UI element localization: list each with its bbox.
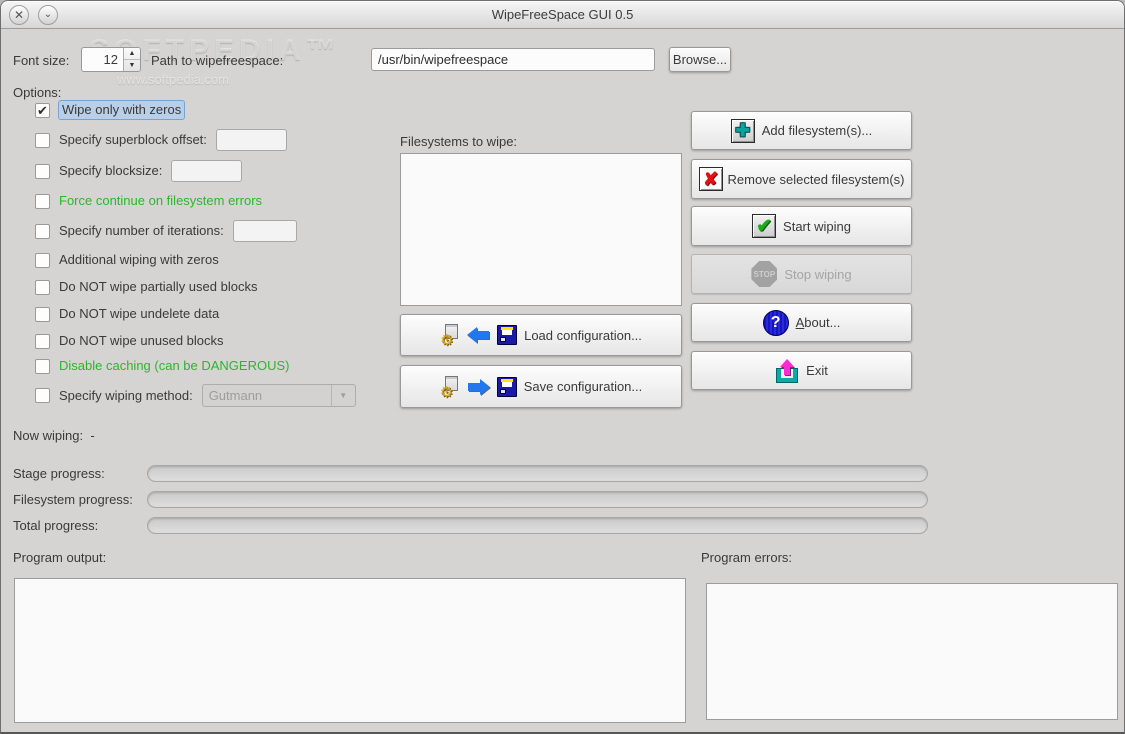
superblock-offset-checkbox[interactable] xyxy=(35,133,50,148)
option-label[interactable]: Specify blocksize: xyxy=(59,162,162,180)
close-icon[interactable]: ✕ xyxy=(9,5,29,25)
load-configuration-button[interactable]: ⚙ Load configuration... xyxy=(400,314,682,356)
start-wiping-label: Start wiping xyxy=(783,219,851,234)
option-no-undelete: Do NOT wipe undelete data xyxy=(35,305,219,323)
total-progress-bar xyxy=(147,517,928,534)
option-label[interactable]: Specify superblock offset: xyxy=(59,131,207,149)
wiping-method-value: Gutmann xyxy=(203,385,331,406)
option-label[interactable]: Disable caching (can be DANGEROUS) xyxy=(59,357,289,375)
font-size-label: Font size: xyxy=(13,52,69,70)
program-output-label: Program output: xyxy=(13,549,106,567)
option-label[interactable]: Do NOT wipe partially used blocks xyxy=(59,278,257,296)
about-label: About... xyxy=(796,315,841,330)
font-size-value: 12 xyxy=(82,48,123,71)
config-doc-icon: ⚙ xyxy=(440,324,460,346)
blocksize-input[interactable] xyxy=(171,160,242,182)
arrow-right-icon xyxy=(467,379,490,395)
shade-icon[interactable]: ⌄ xyxy=(38,5,58,25)
stop-wiping-button: STOP Stop wiping xyxy=(691,254,912,294)
exit-arrow-icon xyxy=(775,359,799,382)
option-label[interactable]: Do NOT wipe undelete data xyxy=(59,305,219,323)
superblock-offset-input[interactable] xyxy=(216,129,287,151)
path-input[interactable] xyxy=(371,48,655,71)
option-label[interactable]: Specify wiping method: xyxy=(59,387,193,405)
wiping-method-checkbox[interactable] xyxy=(35,388,50,403)
no-undelete-checkbox[interactable] xyxy=(35,307,50,322)
option-iterations: Specify number of iterations: xyxy=(35,220,297,242)
now-wiping-label: Now wiping: - xyxy=(13,427,95,445)
start-wiping-button[interactable]: ✔ Start wiping xyxy=(691,206,912,246)
option-no-partial-blocks: Do NOT wipe partially used blocks xyxy=(35,278,257,296)
start-check-icon: ✔ xyxy=(752,214,776,238)
remove-filesystems-label: Remove selected filesystem(s) xyxy=(728,172,905,187)
exit-label: Exit xyxy=(806,363,828,378)
spin-down-icon[interactable]: ▼ xyxy=(124,60,140,71)
spin-up-icon[interactable]: ▲ xyxy=(124,48,140,60)
add-filesystems-label: Add filesystem(s)... xyxy=(762,123,873,138)
wipe-only-zeros-checkbox[interactable]: ✔ xyxy=(35,103,50,118)
add-plus-icon: ✚ xyxy=(731,119,755,143)
option-wipe-only-zeros: ✔ Wipe only with zeros xyxy=(35,101,184,119)
filesystem-progress-bar xyxy=(147,491,928,508)
path-label: Path to wipefreespace: xyxy=(151,52,283,70)
program-errors-label: Program errors: xyxy=(701,549,792,567)
add-filesystems-button[interactable]: ✚ Add filesystem(s)... xyxy=(691,111,912,150)
option-additional-zeros: Additional wiping with zeros xyxy=(35,251,219,269)
additional-zeros-checkbox[interactable] xyxy=(35,253,50,268)
no-partial-blocks-checkbox[interactable] xyxy=(35,280,50,295)
option-no-unused-blocks: Do NOT wipe unused blocks xyxy=(35,332,224,350)
question-mark-icon: ? xyxy=(763,310,789,336)
option-blocksize: Specify blocksize: xyxy=(35,160,242,182)
option-label[interactable]: Specify number of iterations: xyxy=(59,222,224,240)
filesystems-label: Filesystems to wipe: xyxy=(400,133,517,151)
no-unused-blocks-checkbox[interactable] xyxy=(35,334,50,349)
save-configuration-label: Save configuration... xyxy=(524,379,643,394)
about-button[interactable]: ? About... xyxy=(691,303,912,342)
blocksize-checkbox[interactable] xyxy=(35,164,50,179)
option-superblock-offset: Specify superblock offset: xyxy=(35,129,287,151)
exit-button[interactable]: Exit xyxy=(691,351,912,390)
disable-caching-checkbox[interactable] xyxy=(35,359,50,374)
force-continue-checkbox[interactable] xyxy=(35,194,50,209)
option-disable-caching: Disable caching (can be DANGEROUS) xyxy=(35,357,289,375)
total-progress-label: Total progress: xyxy=(13,517,98,535)
option-label[interactable]: Wipe only with zeros xyxy=(59,101,184,119)
option-label[interactable]: Force continue on filesystem errors xyxy=(59,192,262,210)
filesystem-progress-label: Filesystem progress: xyxy=(13,491,133,509)
chevron-down-icon: ▼ xyxy=(331,385,355,406)
watermark-url: www.softpedia.com xyxy=(117,72,341,87)
floppy-disk-icon xyxy=(497,325,517,345)
option-label[interactable]: Additional wiping with zeros xyxy=(59,251,219,269)
app-window: ✕ ⌄ WipeFreeSpace GUI 0.5 SOFTPEDIA™ www… xyxy=(0,0,1125,734)
stop-sign-icon: STOP xyxy=(751,261,777,287)
remove-filesystems-button[interactable]: ✘ Remove selected filesystem(s) xyxy=(691,159,912,199)
floppy-disk-icon xyxy=(497,377,517,397)
stage-progress-bar xyxy=(147,465,928,482)
arrow-left-icon xyxy=(467,327,490,343)
program-output-area[interactable] xyxy=(14,578,686,723)
browse-button-label: Browse... xyxy=(673,52,727,67)
window-title: WipeFreeSpace GUI 0.5 xyxy=(1,1,1124,29)
option-force-continue: Force continue on filesystem errors xyxy=(35,192,262,210)
option-label[interactable]: Do NOT wipe unused blocks xyxy=(59,332,224,350)
options-heading: Options: xyxy=(13,84,61,102)
filesystems-list[interactable] xyxy=(400,153,682,306)
stage-progress-label: Stage progress: xyxy=(13,465,105,483)
titlebar: ✕ ⌄ WipeFreeSpace GUI 0.5 xyxy=(1,1,1124,29)
now-wiping-value: - xyxy=(90,428,94,443)
program-errors-area[interactable] xyxy=(706,583,1118,720)
browse-button[interactable]: Browse... xyxy=(669,47,731,72)
config-doc-icon: ⚙ xyxy=(440,376,460,398)
option-wiping-method: Specify wiping method: Gutmann ▼ xyxy=(35,384,356,407)
load-configuration-label: Load configuration... xyxy=(524,328,642,343)
font-size-stepper[interactable]: 12 ▲ ▼ xyxy=(81,47,141,72)
stop-wiping-label: Stop wiping xyxy=(784,267,851,282)
remove-x-icon: ✘ xyxy=(699,167,723,191)
wiping-method-dropdown[interactable]: Gutmann ▼ xyxy=(202,384,356,407)
iterations-input[interactable] xyxy=(233,220,297,242)
iterations-checkbox[interactable] xyxy=(35,224,50,239)
save-configuration-button[interactable]: ⚙ Save configuration... xyxy=(400,365,682,408)
